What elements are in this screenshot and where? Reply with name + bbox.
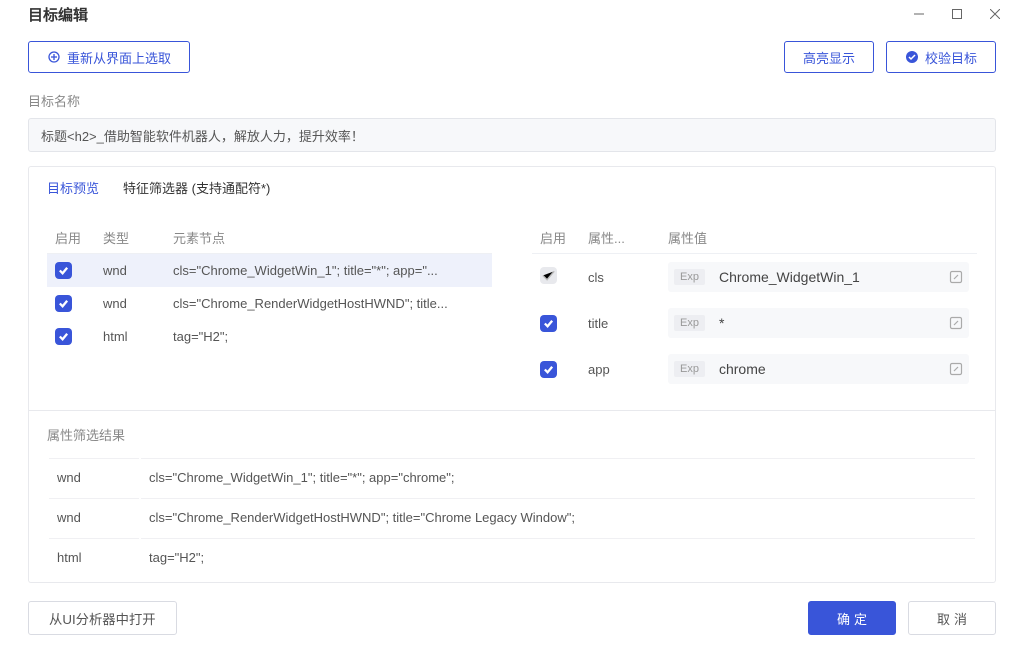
attr-row: title Exp (532, 300, 977, 346)
repick-label: 重新从界面上选取 (67, 48, 171, 67)
enable-checkbox[interactable] (55, 295, 72, 312)
attr-name: app (580, 346, 660, 392)
attr-value-input[interactable] (711, 308, 943, 338)
edit-icon[interactable] (949, 316, 963, 330)
check-circle-icon (905, 50, 919, 64)
exp-tag[interactable]: Exp (674, 361, 705, 377)
result-desc: cls="Chrome_WidgetWin_1"; title="*"; app… (141, 458, 975, 496)
tabs-row: 目标预览 特征筛选器 (支持通配符*) (28, 166, 996, 208)
validate-label: 校验目标 (925, 48, 977, 67)
attr-name: cls (580, 254, 660, 301)
window-title: 目标编辑 (28, 4, 88, 25)
result-desc: tag="H2"; (141, 538, 975, 576)
col-value: 属性值 (660, 222, 977, 254)
highlight-label: 高亮显示 (803, 48, 855, 67)
result-row: html tag="H2"; (49, 538, 975, 576)
highlight-button[interactable]: 高亮显示 (784, 41, 874, 73)
edit-icon[interactable] (949, 362, 963, 376)
target-name-label: 目标名称 (28, 91, 996, 110)
results-panel: 属性筛选结果 wnd cls="Chrome_WidgetWin_1"; tit… (28, 411, 996, 583)
nodes-panel: 启用 类型 元素节点 wnd cls="Chrome_WidgetWin_1";… (47, 222, 492, 392)
col-enable: 启用 (532, 222, 580, 254)
open-analyzer-button[interactable]: 从UI分析器中打开 (28, 601, 177, 635)
close-button[interactable] (976, 0, 1014, 28)
attr-name: title (580, 300, 660, 346)
attrs-panel: 启用 属性... 属性值 cls Exp (532, 222, 977, 392)
tab-filter[interactable]: 特征筛选器 (支持通配符*) (123, 178, 270, 197)
col-type: 类型 (95, 222, 165, 254)
edit-icon[interactable] (949, 270, 963, 284)
repick-button[interactable]: 重新从界面上选取 (28, 41, 190, 73)
col-attr: 属性... (580, 222, 660, 254)
node-row[interactable]: wnd cls="Chrome_RenderWidgetHostHWND"; t… (47, 287, 492, 320)
node-desc: cls="Chrome_RenderWidgetHostHWND"; title… (165, 287, 492, 320)
node-row[interactable]: html tag="H2"; (47, 320, 492, 353)
node-type: html (95, 320, 165, 353)
results-title: 属性筛选结果 (47, 425, 977, 444)
attr-checkbox[interactable] (540, 361, 557, 378)
attr-value-input[interactable] (711, 354, 943, 384)
attr-row: app Exp (532, 346, 977, 392)
enable-checkbox[interactable] (55, 328, 72, 345)
col-enable: 启用 (47, 222, 95, 254)
maximize-button[interactable] (938, 0, 976, 28)
target-icon (47, 50, 61, 64)
node-row[interactable]: wnd cls="Chrome_WidgetWin_1"; title="*";… (47, 254, 492, 288)
result-type: wnd (49, 458, 139, 496)
result-desc: cls="Chrome_RenderWidgetHostHWND"; title… (141, 498, 975, 536)
col-node: 元素节点 (165, 222, 492, 254)
node-type: wnd (95, 254, 165, 288)
tab-preview[interactable]: 目标预览 (47, 178, 99, 197)
target-name-input[interactable] (28, 118, 996, 152)
exp-tag[interactable]: Exp (674, 315, 705, 331)
minimize-button[interactable] (900, 0, 938, 28)
attr-row: cls Exp (532, 254, 977, 301)
node-desc: cls="Chrome_WidgetWin_1"; title="*"; app… (165, 254, 492, 288)
exp-tag[interactable]: Exp (674, 269, 705, 285)
attr-value-input[interactable] (711, 262, 943, 292)
result-type: html (49, 538, 139, 576)
cancel-button[interactable]: 取消 (908, 601, 996, 635)
node-type: wnd (95, 287, 165, 320)
attr-checkbox[interactable] (540, 315, 557, 332)
result-type: wnd (49, 498, 139, 536)
enable-checkbox[interactable] (55, 262, 72, 279)
ok-button[interactable]: 确定 (808, 601, 896, 635)
result-row: wnd cls="Chrome_RenderWidgetHostHWND"; t… (49, 498, 975, 536)
titlebar: 目标编辑 (0, 0, 1024, 29)
window-controls (900, 0, 1014, 28)
node-desc: tag="H2"; (165, 320, 492, 353)
result-row: wnd cls="Chrome_WidgetWin_1"; title="*";… (49, 458, 975, 496)
validate-button[interactable]: 校验目标 (886, 41, 996, 73)
attr-checkbox[interactable] (540, 267, 557, 284)
